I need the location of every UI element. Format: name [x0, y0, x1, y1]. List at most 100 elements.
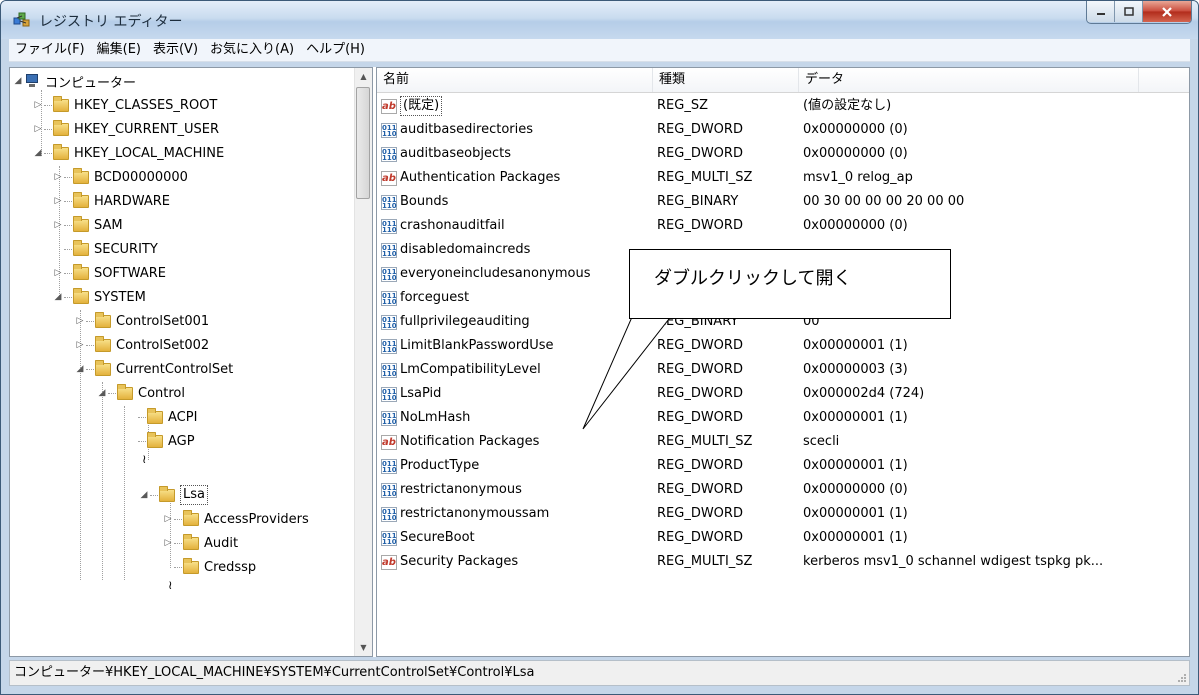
tree-node-acpi[interactable]: ACPI [138, 406, 197, 428]
tree-node-software[interactable]: ▷ SOFTWARE [52, 262, 166, 284]
expand-arrow-icon[interactable]: ▷ [74, 316, 86, 326]
scroll-thumb[interactable] [356, 87, 370, 199]
string-value-icon: ab [381, 434, 397, 450]
value-name-cell: 011 110 disabledomaincreds [381, 238, 530, 262]
expand-arrow-icon[interactable]: ▷ [74, 340, 86, 350]
value-name: auditbasedirectories [400, 122, 534, 137]
value-type: REG_MULTI_SZ [657, 554, 753, 569]
value-data: 0x00000000 (0) [803, 218, 908, 233]
value-type: REG_DWORD [657, 506, 743, 521]
menu-help[interactable]: ヘルプ(H) [300, 39, 371, 61]
tree-node-audit[interactable]: ▷ Audit [162, 532, 238, 554]
tree-node-credssp[interactable]: Credssp [162, 556, 256, 578]
collapse-arrow-icon[interactable]: ◢ [138, 490, 150, 500]
maximize-button[interactable] [1115, 1, 1143, 22]
value-name: ProductType [400, 458, 480, 473]
expand-arrow-icon[interactable]: ▷ [52, 172, 64, 182]
menu-favorites[interactable]: お気に入り(A) [204, 39, 300, 61]
value-data: 0x00000001 (1) [803, 410, 908, 425]
tree-node-hklm[interactable]: ◢ HKEY_LOCAL_MACHINE [32, 142, 224, 164]
tree-node-controlset002[interactable]: ▷ ControlSet002 [74, 334, 209, 356]
title-bar[interactable]: レジストリ エディター [1, 1, 1198, 39]
value-row[interactable]: 011 110 restrictanonymoussam REG_DWORD 0x00… [377, 502, 1189, 526]
expand-arrow-icon[interactable]: ▷ [52, 196, 64, 206]
value-name-cell: 011 110 ProductType [381, 454, 479, 478]
value-row[interactable]: ab Security Packages REG_MULTI_SZ kerberos … [377, 550, 1189, 574]
value-row[interactable]: ab Authentication Packages REG_MULTI_SZ msv… [377, 166, 1189, 190]
value-row[interactable]: 011 110 restrictanonymous REG_DWORD 0x00000… [377, 478, 1189, 502]
value-name: fullprivilegeauditing [400, 314, 530, 329]
collapse-arrow-icon[interactable]: ◢ [12, 76, 24, 86]
value-row[interactable]: 011 110 auditbasedirectories REG_DWORD 0x00… [377, 118, 1189, 142]
scroll-down-button[interactable]: ▼ [355, 639, 372, 656]
collapse-arrow-icon[interactable]: ◢ [52, 292, 64, 302]
value-row[interactable]: 011 110 LimitBlankPasswordUse REG_DWORD 0x0… [377, 334, 1189, 358]
expand-arrow-icon[interactable]: ▷ [52, 220, 64, 230]
tree-connector [124, 406, 125, 580]
tree-node-currentcontrolset[interactable]: ◢ CurrentControlSet [74, 358, 233, 380]
collapse-arrow-icon[interactable]: ◢ [32, 148, 44, 158]
value-name-cell: 011 110 fullprivilegeauditing [381, 310, 530, 334]
value-name-cell: 011 110 Bounds [381, 190, 448, 214]
tree-node-controlset001[interactable]: ▷ ControlSet001 [74, 310, 209, 332]
value-list-pane[interactable]: 名前 種類 データ ab (既定) REG_SZ (値の設定なし) 011 110 aud… [376, 67, 1190, 657]
binary-value-icon: 011 110 [381, 146, 397, 162]
value-name: LsaPid [400, 386, 442, 401]
value-name-cell: 011 110 SecureBoot [381, 526, 475, 550]
folder-icon [183, 533, 199, 550]
resize-grip-icon[interactable] [1177, 673, 1187, 683]
value-row[interactable]: 011 110 ProductType REG_DWORD 0x00000001 (1… [377, 454, 1189, 478]
tree-node-label: ControlSet002 [116, 337, 210, 353]
binary-value-icon: 011 110 [381, 218, 397, 234]
value-name: NoLmHash [400, 410, 471, 425]
value-row[interactable]: 011 110 NoLmHash REG_DWORD 0x00000001 (1) [377, 406, 1189, 430]
minimize-button[interactable] [1087, 1, 1115, 22]
menu-file[interactable]: ファイル(F) [9, 39, 91, 61]
tree-node-accessproviders[interactable]: ▷ AccessProviders [162, 508, 309, 530]
arrow-down-icon: ▼ [360, 643, 367, 652]
value-row[interactable]: 011 110 SecureBoot REG_DWORD 0x00000001 (1) [377, 526, 1189, 550]
value-row[interactable]: ab Notification Packages REG_MULTI_SZ scecl… [377, 430, 1189, 454]
scroll-up-button[interactable]: ▲ [355, 68, 372, 85]
expand-arrow-icon[interactable]: ▷ [52, 268, 64, 278]
column-header-data[interactable]: データ [799, 68, 1139, 92]
value-row[interactable]: 011 110 crashonauditfail REG_DWORD 0x000000… [377, 214, 1189, 238]
tree-node-hardware[interactable]: ▷ HARDWARE [52, 190, 170, 212]
expand-arrow-icon[interactable]: ▷ [32, 124, 44, 134]
value-type: REG_DWORD [657, 122, 743, 137]
folder-icon [159, 485, 175, 502]
column-header-type[interactable]: 種類 [653, 68, 799, 92]
value-row[interactable]: 011 110 auditbaseobjects REG_DWORD 0x000000… [377, 142, 1189, 166]
menu-view[interactable]: 表示(V) [147, 39, 204, 61]
menu-edit[interactable]: 編集(E) [91, 39, 147, 61]
value-row[interactable]: 011 110 LsaPid REG_DWORD 0x000002d4 (724) [377, 382, 1189, 406]
tree-node-bcd[interactable]: ▷ BCD00000000 [52, 166, 188, 188]
tree-node-system[interactable]: ◢ SYSTEM [52, 286, 146, 308]
tree-node-computer[interactable]: ◢ コンピューター [12, 70, 136, 92]
tree-node-lsa[interactable]: ◢ Lsa [138, 484, 208, 506]
value-name-cell: 011 110 LmCompatibilityLevel [381, 358, 541, 382]
tree-node-security[interactable]: SECURITY [52, 238, 158, 260]
tree-node-control[interactable]: ◢ Control [96, 382, 185, 404]
value-row[interactable]: 011 110 LmCompatibilityLevel REG_DWORD 0x00… [377, 358, 1189, 382]
close-button[interactable] [1143, 1, 1191, 22]
minimize-icon [1096, 12, 1105, 15]
collapse-arrow-icon[interactable]: ◢ [74, 364, 86, 374]
expand-arrow-icon[interactable]: ▷ [162, 538, 174, 548]
value-row[interactable]: ab (既定) REG_SZ (値の設定なし) [377, 94, 1189, 118]
tree-node-hkcu[interactable]: ▷ HKEY_CURRENT_USER [32, 118, 219, 140]
collapse-arrow-icon[interactable]: ◢ [96, 388, 108, 398]
tree-vertical-scrollbar[interactable]: ▲ ▼ [354, 68, 372, 656]
expand-arrow-icon[interactable]: ▷ [32, 100, 44, 110]
ellipsis-marker: ≀ [168, 578, 173, 592]
tree-node-agp[interactable]: AGP [138, 430, 195, 452]
string-value-icon: ab [381, 98, 397, 114]
status-path: コンピューター¥HKEY_LOCAL_MACHINE¥SYSTEM¥Curren… [14, 665, 535, 680]
tree-node-sam[interactable]: ▷ SAM [52, 214, 123, 236]
expand-arrow-icon[interactable]: ▷ [162, 514, 174, 524]
tree-node-hkcr[interactable]: ▷ HKEY_CLASSES_ROOT [32, 94, 217, 116]
folder-icon [53, 143, 69, 160]
column-header-name[interactable]: 名前 [377, 68, 653, 92]
key-tree-pane[interactable]: ◢ コンピューター ▷ HKEY_CLASSES_ROOT ▷ HKEY_CUR… [9, 67, 373, 657]
value-row[interactable]: 011 110 Bounds REG_BINARY 00 30 00 00 00 20… [377, 190, 1189, 214]
